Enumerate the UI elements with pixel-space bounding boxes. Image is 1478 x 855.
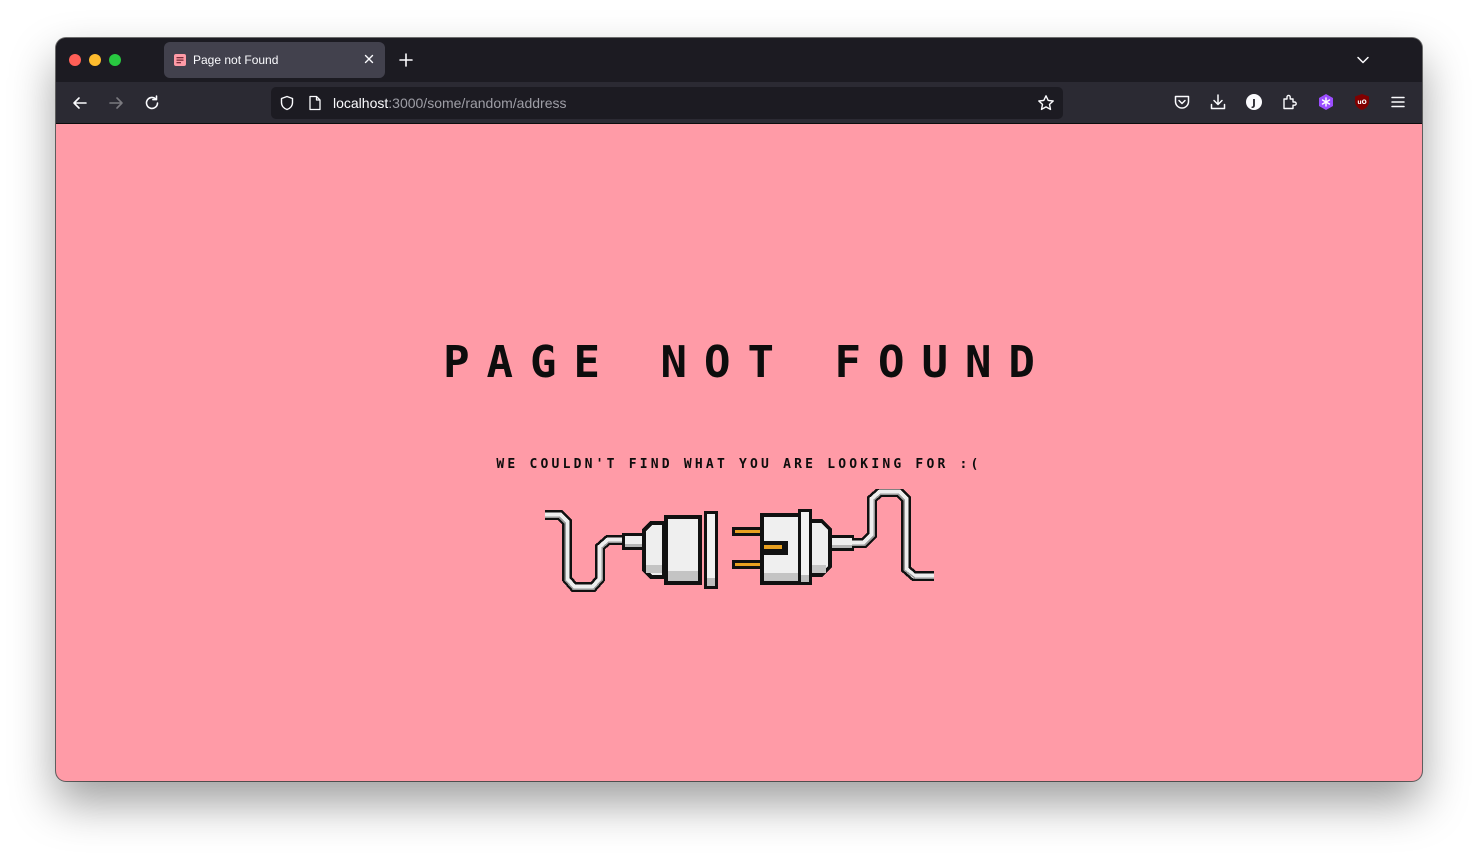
tab-title: Page not Found (193, 53, 279, 67)
back-arrow-icon[interactable] (71, 94, 89, 112)
url-text[interactable]: localhost:3000/some/random/address (333, 95, 566, 111)
tracking-protection-shield-icon[interactable] (279, 95, 295, 111)
ublock-badge-text: uO (1357, 99, 1366, 106)
tab-page-not-found[interactable]: Page not Found (164, 42, 385, 78)
url-path: :3000/some/random/address (388, 95, 567, 111)
reload-icon[interactable] (143, 94, 161, 112)
hamburger-menu-icon[interactable] (1389, 93, 1407, 111)
navigation-toolbar: localhost:3000/some/random/address J uO (56, 82, 1422, 124)
page-info-icon[interactable] (308, 95, 322, 111)
extensions-puzzle-icon[interactable] (1281, 93, 1299, 111)
address-bar[interactable]: localhost:3000/some/random/address (271, 87, 1063, 119)
error-message: WE COULDN'T FIND WHAT YOU ARE LOOKING FO… (496, 457, 982, 472)
bookmark-star-icon[interactable] (1037, 94, 1055, 112)
new-tab-icon[interactable] (398, 52, 414, 68)
zoom-window-button[interactable] (109, 54, 121, 66)
tab-bar: Page not Found (56, 38, 1422, 82)
url-host: localhost (333, 95, 389, 111)
account-initial: J (1251, 98, 1256, 109)
unplugged-cable-illustration (545, 489, 934, 592)
minimize-window-button[interactable] (89, 54, 101, 66)
page-content: PAGE NOT FOUND WE COULDN'T FIND WHAT YOU… (56, 124, 1422, 781)
ublock-origin-icon[interactable]: uO (1353, 93, 1371, 111)
list-all-tabs-icon[interactable] (1356, 53, 1370, 67)
browser-window: Page not Found localhost:3000/some/rando… (56, 38, 1422, 781)
page-favicon-icon (174, 54, 186, 66)
close-tab-icon[interactable] (362, 52, 376, 66)
pocket-icon[interactable] (1173, 93, 1191, 111)
forward-arrow-icon[interactable] (107, 94, 125, 112)
downloads-icon[interactable] (1209, 93, 1227, 111)
account-avatar-icon[interactable]: J (1245, 93, 1263, 111)
extension-hexagon-icon[interactable] (1317, 93, 1335, 111)
page-title: PAGE NOT FOUND (443, 337, 1052, 388)
close-window-button[interactable] (69, 54, 81, 66)
